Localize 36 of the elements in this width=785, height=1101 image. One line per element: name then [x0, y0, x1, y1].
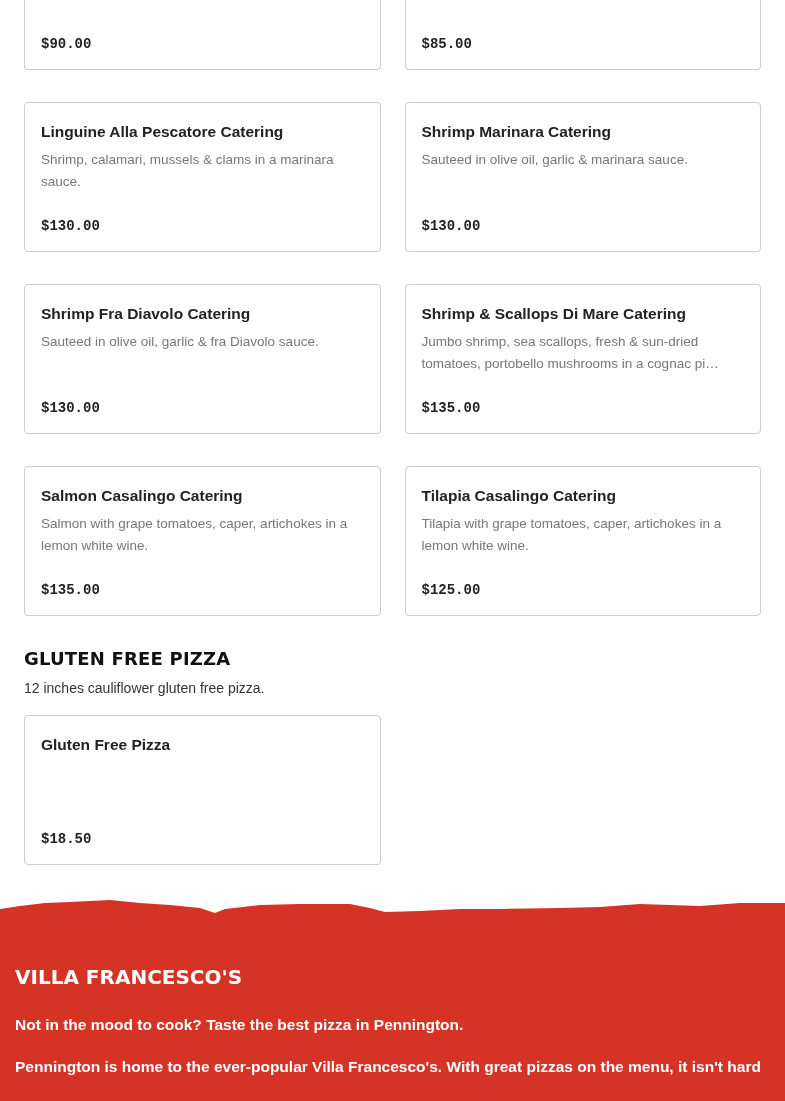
item-name: Shrimp Fra Diavolo Catering — [41, 304, 252, 324]
menu-item-card[interactable]: Shrimp Fra Diavolo Catering Sauteed in olive oil, garlic & fra Diavolo sauce. $130.00 — [24, 284, 381, 434]
menu-item-card[interactable]: Shrimp & Scallops Di Mare Catering Jumbo shrimp, sea scallops, fresh & sun-dried tomatoes, portobello mushrooms in a cognac pi… $135.00 — [404, 284, 761, 434]
menu-item-card[interactable]: Shrimp Marinara Catering Sauteed in olive oil, garlic & marinara sauce. $130.00 — [404, 102, 761, 252]
item-name: Gluten Free Pizza — [41, 734, 172, 755]
item-price: $130.00 — [421, 217, 482, 236]
section-description: 12 inches cauliflower gluten free pizza. — [24, 678, 266, 698]
item-price: $130.00 — [41, 399, 101, 418]
menu-item-card[interactable]: Tilapia Casalingo Catering Tilapia with grape tomatoes, caper, artichokes in a lemon white wine. $125.00 — [404, 466, 761, 616]
footer-heading: VILLA FRANCESCO'S — [15, 964, 244, 989]
item-name: Salmon Casalingo Catering — [41, 486, 244, 506]
item-price: $135.00 — [421, 399, 482, 418]
section-heading: GLUTEN FREE PIZZA — [24, 648, 232, 670]
menu-item-card[interactable]: $90.00 — [24, 0, 381, 70]
menu-item-card[interactable]: Linguine Alla Pescatore Catering Shrimp, calamari, mussels & clams in a marinara sauce. $130.00 — [24, 102, 381, 252]
item-name: Linguine Alla Pescatore Catering — [41, 122, 285, 142]
item-price: $135.00 — [41, 581, 101, 600]
item-description: Shrimp, calamari, mussels & clams in a marinara sauce. — [41, 151, 335, 192]
item-price: $130.00 — [41, 217, 101, 236]
menu-item-card[interactable]: $85.00 — [404, 0, 761, 70]
footer-paragraph: Pennington is home to the ever-popular Villa Francesco's. With great pizzas on the menu, it isn't hard — [15, 1056, 762, 1077]
item-name: Shrimp & Scallops Di Mare Catering — [421, 304, 687, 324]
item-price: $90.00 — [41, 35, 93, 54]
item-description: Jumbo shrimp, sea scallops, fresh & sun-dried tomatoes, portobello mushrooms in a cognac pi… — [421, 333, 720, 374]
menu-item-card[interactable]: Gluten Free Pizza $18.50 — [24, 714, 381, 865]
item-description: Salmon with grape tomatoes, caper, artichokes in a lemon white wine. — [41, 515, 349, 556]
item-price: $125.00 — [421, 581, 482, 600]
item-name: Tilapia Casalingo Catering — [421, 486, 617, 506]
item-description: Sauteed in olive oil, garlic & marinara sauce. — [421, 151, 689, 170]
item-description: Sauteed in olive oil, garlic & fra Diavolo sauce. — [41, 333, 320, 352]
menu-item-card[interactable]: Salmon Casalingo Catering Salmon with grape tomatoes, caper, artichokes in a lemon white wine. $135.00 — [24, 466, 381, 616]
item-price: $18.50 — [41, 829, 93, 849]
item-name: Shrimp Marinara Catering — [421, 122, 612, 142]
footer-paragraph: Not in the mood to cook? Taste the best pizza in Pennington. — [15, 1014, 465, 1035]
item-price: $85.00 — [421, 35, 473, 54]
item-description: Tilapia with grape tomatoes, caper, artichokes in a lemon white wine. — [421, 515, 723, 556]
